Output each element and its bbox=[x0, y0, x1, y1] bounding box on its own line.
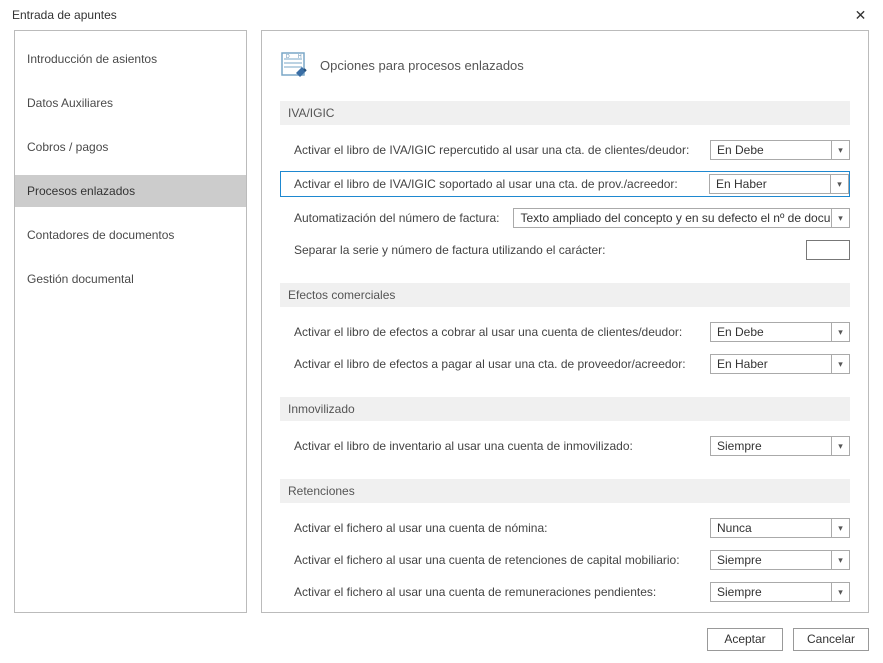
button-label: Aceptar bbox=[724, 632, 765, 646]
select-value: En Debe bbox=[717, 325, 764, 339]
row-auto-factura: Automatización del número de factura: Te… bbox=[280, 207, 850, 229]
select-efectos-cobrar[interactable]: En Debe ▾ bbox=[710, 322, 850, 342]
section-title-iva: IVA/IGIC bbox=[280, 101, 850, 125]
select-iva-repercutido[interactable]: En Debe ▾ bbox=[710, 140, 850, 160]
label-remuneraciones: Activar el fichero al usar una cuenta de… bbox=[294, 585, 710, 599]
sidebar-item-datos-auxiliares[interactable]: Datos Auxiliares bbox=[15, 87, 246, 119]
label-efectos-pagar: Activar el libro de efectos a pagar al u… bbox=[294, 357, 710, 371]
select-value: Siempre bbox=[717, 553, 762, 567]
select-auto-factura[interactable]: Texto ampliado del concepto y en su defe… bbox=[513, 208, 850, 228]
row-efectos-cobrar: Activar el libro de efectos a cobrar al … bbox=[280, 321, 850, 343]
close-icon: ✕ bbox=[855, 7, 867, 24]
titlebar: Entrada de apuntes ✕ bbox=[0, 0, 883, 30]
row-efectos-pagar: Activar el libro de efectos a pagar al u… bbox=[280, 353, 850, 375]
sidebar-item-label: Introducción de asientos bbox=[27, 52, 157, 66]
button-label: Cancelar bbox=[807, 632, 855, 646]
chevron-down-icon: ▾ bbox=[831, 551, 849, 569]
chevron-down-icon: ▾ bbox=[831, 323, 849, 341]
chevron-down-icon: ▾ bbox=[830, 175, 848, 193]
footer: Aceptar Cancelar bbox=[0, 615, 883, 663]
input-separador[interactable] bbox=[806, 240, 850, 260]
sidebar: Introducción de asientos Datos Auxiliare… bbox=[14, 30, 247, 613]
select-value: Texto ampliado del concepto y en su defe… bbox=[520, 211, 830, 225]
sidebar-item-procesos-enlazados[interactable]: Procesos enlazados bbox=[15, 175, 246, 207]
select-remuneraciones[interactable]: Siempre ▾ bbox=[710, 582, 850, 602]
section-title-efectos: Efectos comerciales bbox=[280, 283, 850, 307]
select-nomina[interactable]: Nunca ▾ bbox=[710, 518, 850, 538]
row-nomina: Activar el fichero al usar una cuenta de… bbox=[280, 517, 850, 539]
chevron-down-icon: ▾ bbox=[831, 141, 849, 159]
select-value: Nunca bbox=[717, 521, 752, 535]
label-iva-soportado: Activar el libro de IVA/IGIC soportado a… bbox=[294, 177, 709, 191]
accept-button[interactable]: Aceptar bbox=[707, 628, 783, 651]
sidebar-item-introduccion[interactable]: Introducción de asientos bbox=[15, 43, 246, 75]
select-value: En Haber bbox=[716, 177, 767, 191]
ledger-icon: D H bbox=[280, 51, 308, 79]
chevron-down-icon: ▾ bbox=[831, 437, 849, 455]
label-inventario: Activar el libro de inventario al usar u… bbox=[294, 439, 710, 453]
select-value: En Haber bbox=[717, 357, 768, 371]
chevron-down-icon: ▾ bbox=[831, 209, 849, 227]
chevron-down-icon: ▾ bbox=[831, 355, 849, 373]
close-button[interactable]: ✕ bbox=[838, 0, 883, 30]
row-remuneraciones: Activar el fichero al usar una cuenta de… bbox=[280, 581, 850, 603]
sidebar-item-contadores-documentos[interactable]: Contadores de documentos bbox=[15, 219, 246, 251]
select-iva-soportado[interactable]: En Haber ▾ bbox=[709, 174, 849, 194]
label-separador: Separar la serie y número de factura uti… bbox=[294, 243, 806, 257]
svg-text:H: H bbox=[298, 54, 302, 60]
content-header: D H Opciones para procesos enlazados bbox=[280, 51, 850, 79]
row-capital-mobiliario: Activar el fichero al usar una cuenta de… bbox=[280, 549, 850, 571]
select-capital-mobiliario[interactable]: Siempre ▾ bbox=[710, 550, 850, 570]
window-title: Entrada de apuntes bbox=[12, 8, 117, 22]
sidebar-item-cobros-pagos[interactable]: Cobros / pagos bbox=[15, 131, 246, 163]
chevron-down-icon: ▾ bbox=[831, 583, 849, 601]
sidebar-item-label: Datos Auxiliares bbox=[27, 96, 113, 110]
select-value: Siempre bbox=[717, 439, 762, 453]
label-capital-mobiliario: Activar el fichero al usar una cuenta de… bbox=[294, 553, 710, 567]
row-separador: Separar la serie y número de factura uti… bbox=[280, 239, 850, 261]
sidebar-item-label: Gestión documental bbox=[27, 272, 134, 286]
row-inventario: Activar el libro de inventario al usar u… bbox=[280, 435, 850, 457]
row-iva-repercutido: Activar el libro de IVA/IGIC repercutido… bbox=[280, 139, 850, 161]
chevron-down-icon: ▾ bbox=[831, 519, 849, 537]
label-auto-factura: Automatización del número de factura: bbox=[294, 211, 513, 225]
select-value: En Debe bbox=[717, 143, 764, 157]
content-panel: D H Opciones para procesos enlazados IVA… bbox=[261, 30, 869, 613]
section-title-retenciones: Retenciones bbox=[280, 479, 850, 503]
select-efectos-pagar[interactable]: En Haber ▾ bbox=[710, 354, 850, 374]
sidebar-item-label: Cobros / pagos bbox=[27, 140, 108, 154]
row-iva-soportado: Activar el libro de IVA/IGIC soportado a… bbox=[280, 171, 850, 197]
label-iva-repercutido: Activar el libro de IVA/IGIC repercutido… bbox=[294, 143, 710, 157]
svg-text:D: D bbox=[286, 54, 290, 60]
sidebar-item-label: Contadores de documentos bbox=[27, 228, 174, 242]
section-title-inmovilizado: Inmovilizado bbox=[280, 397, 850, 421]
cancel-button[interactable]: Cancelar bbox=[793, 628, 869, 651]
label-nomina: Activar el fichero al usar una cuenta de… bbox=[294, 521, 710, 535]
select-inventario[interactable]: Siempre ▾ bbox=[710, 436, 850, 456]
sidebar-item-gestion-documental[interactable]: Gestión documental bbox=[15, 263, 246, 295]
page-title: Opciones para procesos enlazados bbox=[320, 58, 524, 73]
label-efectos-cobrar: Activar el libro de efectos a cobrar al … bbox=[294, 325, 710, 339]
sidebar-item-label: Procesos enlazados bbox=[27, 184, 135, 198]
select-value: Siempre bbox=[717, 585, 762, 599]
